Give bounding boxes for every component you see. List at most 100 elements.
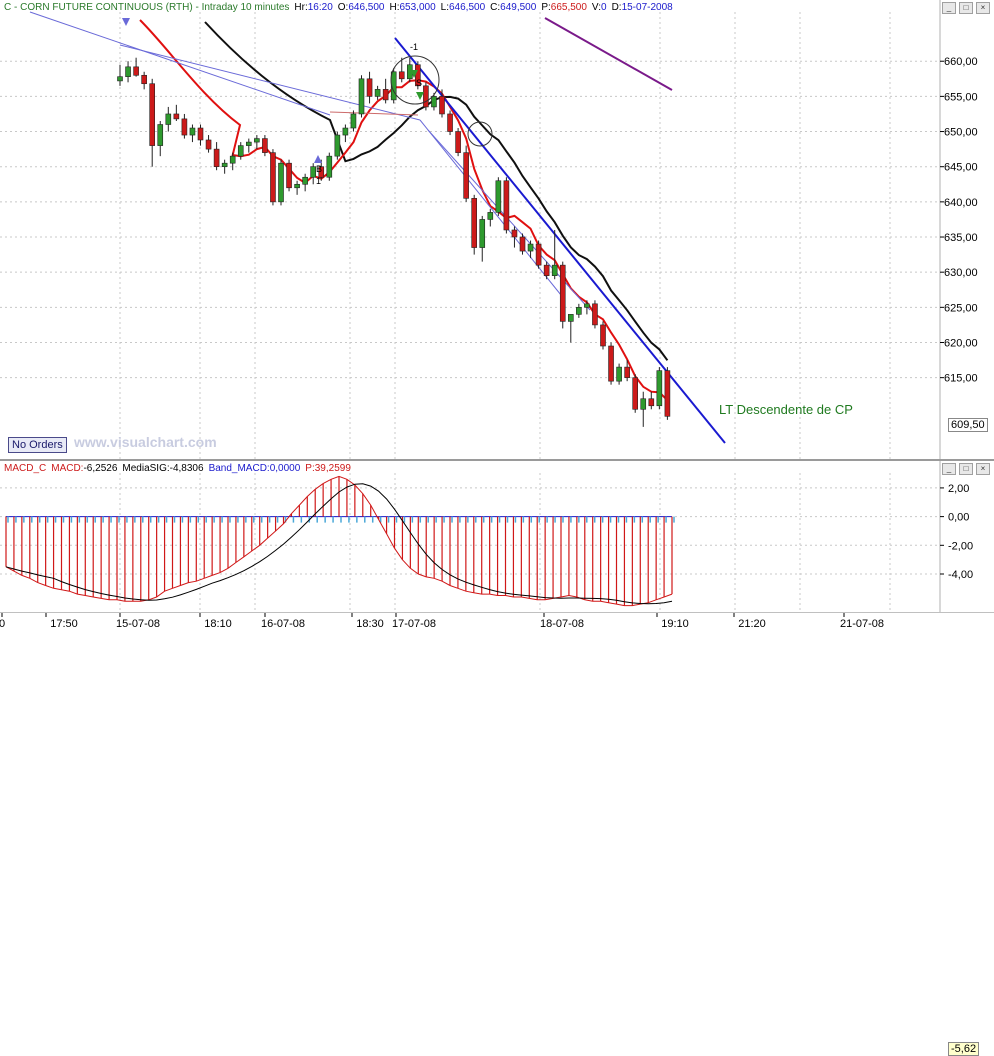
time-tick-label: 17:50	[50, 618, 78, 630]
candle-body	[374, 89, 381, 97]
candle-body	[608, 345, 614, 382]
candle-body	[342, 127, 349, 136]
price-tick-label: 640,00	[944, 197, 978, 209]
trendline-thin-3	[29, 11, 331, 116]
price-tick-label: 615,00	[944, 373, 978, 385]
candle-body	[149, 83, 155, 146]
price-chart[interactable]: 660,00 655,00 650,00 645,00 640,00 635,00 630,…	[0, 0, 994, 459]
candle-body	[262, 138, 268, 153]
macd-tick-label: -4,00	[948, 569, 973, 581]
time-axis: 0 17:50 15-07-08 18:10 16-07-08 18:30 17-07-08…	[0, 612, 994, 631]
candle-body	[648, 398, 655, 407]
signal-label: -1	[410, 42, 418, 52]
candle-body	[423, 85, 429, 108]
candle-body	[616, 366, 622, 382]
candle-body	[503, 180, 510, 231]
no-orders-button[interactable]: No Orders	[8, 437, 67, 453]
candle-body	[471, 198, 478, 248]
candle-body	[479, 219, 486, 248]
candle-body	[310, 166, 317, 178]
candle-body	[197, 127, 204, 141]
candle-body	[133, 66, 139, 76]
candle-body	[125, 66, 131, 77]
candle-body	[495, 180, 502, 213]
buy-label: B	[316, 164, 322, 174]
price-tick-label: 635,00	[944, 232, 978, 244]
time-tick-label: 18:30	[356, 618, 384, 630]
price-pane[interactable]: C - CORN FUTURE CONTINUOUS (RTH) - Intra…	[0, 0, 994, 459]
time-tick-label: 18:10	[204, 618, 232, 630]
candle-body	[286, 162, 292, 189]
time-tick-label: 19:10	[661, 618, 689, 630]
candle-body	[519, 236, 526, 252]
candle-body	[229, 155, 236, 164]
time-tick-label: 16-07-08	[261, 618, 305, 630]
candle-body	[294, 183, 300, 189]
candle-body	[463, 152, 469, 199]
candle-body	[382, 89, 389, 101]
candle-body	[366, 78, 373, 97]
macd-chart[interactable]: 2,00 0,00 -2,00 -4,00	[0, 461, 994, 614]
candle-body	[246, 141, 252, 146]
buy-arrow-icon	[314, 155, 322, 163]
candle-body	[664, 370, 671, 417]
macd-tick-label: -2,00	[948, 540, 973, 552]
candle-body	[350, 113, 357, 129]
candle-body	[334, 134, 341, 157]
price-tick-label: 660,00	[944, 56, 978, 68]
candle-body	[213, 148, 220, 167]
macd-pane[interactable]: MACD_C MACD:-6,2526 MediaSIG:-4,8306 Band_M…	[0, 459, 994, 1056]
candle-body	[551, 264, 558, 276]
candle-body	[600, 324, 606, 347]
candle-body	[527, 243, 534, 252]
candle-body	[535, 243, 542, 266]
candle-body	[447, 113, 453, 132]
candle-body	[221, 162, 228, 167]
candle-body	[173, 113, 180, 120]
candle-body	[270, 152, 276, 203]
time-tick-label: 21:20	[738, 618, 766, 630]
sell-arrow-icon	[122, 18, 130, 26]
candle-body	[278, 162, 284, 203]
candle-body	[584, 303, 590, 308]
signal-label: S	[416, 78, 422, 88]
trendline-annotation: LT Descendente de CP	[719, 402, 853, 417]
trendline-red	[329, 111, 419, 116]
candle-body	[656, 370, 663, 407]
watermark: www.visualchart.com	[74, 434, 217, 450]
time-tick-label: 17-07-08	[392, 618, 436, 630]
ma-purple-line	[544, 17, 673, 91]
candle-body	[567, 314, 574, 322]
price-tick-label: 630,00	[944, 267, 978, 279]
price-tick-label: 645,00	[944, 162, 978, 174]
candle-body	[326, 155, 333, 178]
candle-body	[358, 78, 365, 115]
price-tick-label: 655,00	[944, 91, 978, 103]
candle-body	[511, 229, 518, 238]
candle-body	[181, 118, 188, 136]
candle-body	[543, 264, 550, 276]
candle-body	[439, 96, 445, 115]
candle-body	[576, 307, 582, 315]
candle-body	[237, 145, 244, 157]
time-tick-label: 21-07-08	[840, 618, 884, 630]
candle-body	[117, 76, 123, 82]
time-tick-label: 18-07-08	[540, 618, 584, 630]
candle-body	[632, 377, 639, 410]
candle-body	[205, 139, 212, 150]
last-macd-label: -5,62	[948, 1042, 980, 1056]
candle-body	[592, 303, 598, 326]
candle-body	[189, 127, 196, 136]
candle-body	[487, 212, 494, 220]
candle-body	[157, 124, 164, 146]
trendline-thin-4	[119, 44, 421, 121]
candle-body	[431, 96, 437, 108]
macd-tick-label: 0,00	[948, 512, 969, 524]
candle-body	[141, 74, 147, 85]
price-tick-label: 625,00	[944, 302, 978, 314]
candle-body	[559, 264, 566, 322]
candle-body	[624, 366, 630, 378]
time-tick-label: 0	[0, 618, 5, 630]
last-price-label: 609,50	[948, 418, 988, 432]
candle-body	[302, 176, 308, 185]
